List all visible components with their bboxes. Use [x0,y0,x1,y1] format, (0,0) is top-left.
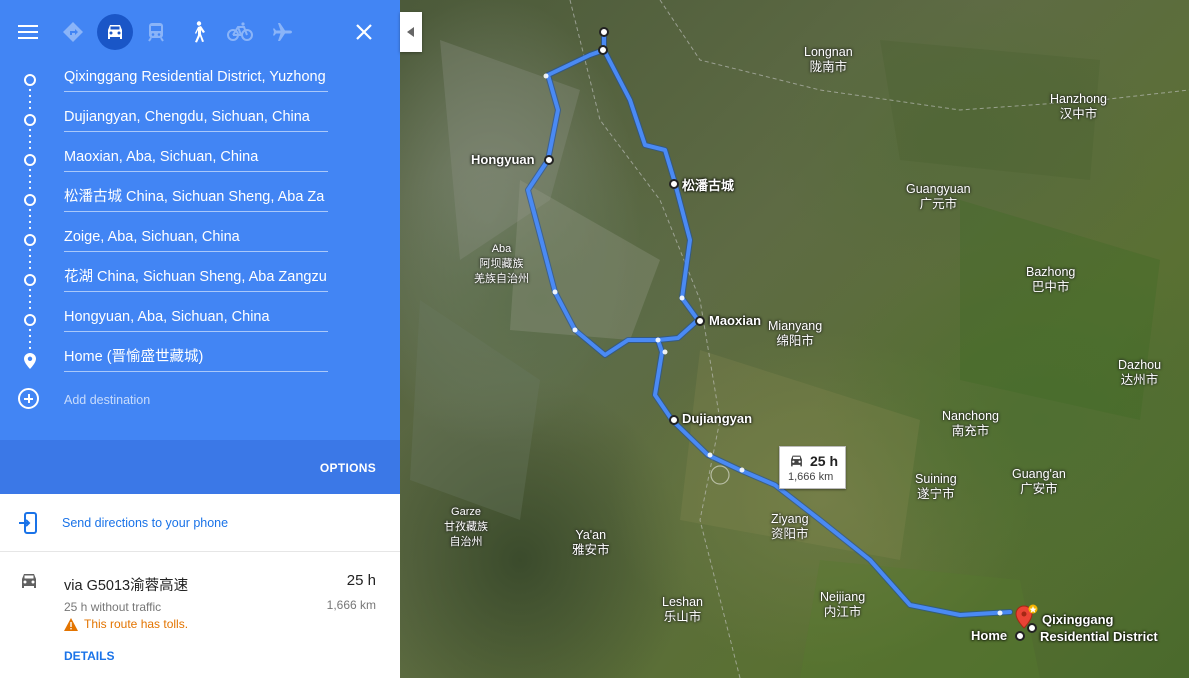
stop-label-hongyuan[interactable]: Hongyuan [471,152,535,167]
bicycle-icon [227,22,253,41]
waypoint-dot-icon [24,114,36,126]
waypoint-marker [598,45,608,55]
city-label-garze: Garze 甘孜藏族 自治州 [444,506,488,548]
waypoint-input[interactable]: Hongyuan, Aba, Sichuan, China [64,304,328,332]
directions-icon [63,22,83,42]
city-label-aba: Aba 阿坝藏族 羌族自治州 [474,243,529,285]
waypoint-dot-icon [24,154,36,166]
collapse-arrow-icon [407,27,414,37]
route-tolls-warning: This route has tolls. [84,617,189,631]
car-icon [108,25,122,39]
waypoint-input[interactable]: Zoige, Aba, Sichuan, China [64,224,328,252]
waypoint-marker [1027,623,1037,633]
warning-icon [64,618,78,631]
waypoint-dot-icon [24,194,36,206]
city-label-ziyang: Ziyang 资阳市 [771,512,809,541]
route-info-box[interactable]: 25 h 1,666 km [779,446,846,489]
destination-input[interactable]: Home (晋愉盛世藏城) [64,344,328,372]
add-circle-icon[interactable] [18,388,39,409]
city-label-suining: Suining 遂宁市 [915,472,957,501]
waypoint-dot-icon [24,274,36,286]
waypoint-dot-icon [24,314,36,326]
car-icon [22,574,36,588]
stop-label-qixinggang[interactable]: Qixinggang Residential District [1040,611,1158,645]
route-distance: 1,666 km [326,598,376,612]
transit-icon [148,23,164,42]
route-box-time: 25 h [810,453,839,469]
waypoint-row: 松潘古城 China, Sichuan Sheng, Aba Za [0,180,400,220]
city-label-guangyuan: Guangyuan 广元市 [906,182,971,211]
waypoint-marker [599,27,609,37]
waypoint-input[interactable]: Maoxian, Aba, Sichuan, China [64,144,328,172]
details-button[interactable]: DETAILS [64,649,114,663]
close-button[interactable] [347,15,381,49]
mode-walking-button[interactable] [181,15,215,49]
city-label-bazhong: Bazhong 巴中市 [1026,265,1076,294]
route-box-distance: 1,666 km [788,471,834,483]
waypoint-marker [695,316,705,326]
city-label-nanchong: Nanchong 南充市 [942,409,999,438]
travel-mode-bar [0,0,400,64]
waypoint-row: Qixinggang Residential District, Yuzhong [0,60,400,100]
mode-transit-button[interactable] [139,15,173,49]
mode-flight-button[interactable] [265,15,299,49]
waypoint-input[interactable]: 松潘古城 China, Sichuan Sheng, Aba Za [64,184,328,212]
waypoint-row: Home (晋愉盛世藏城) [0,340,400,380]
city-label-yaan: Ya'an 雅安市 [572,528,610,557]
stop-label-home[interactable]: Home [971,628,1007,643]
route-via: via G5013渝蓉高速 [64,578,189,594]
city-label-guangan: Guang'an 广安市 [1012,467,1066,496]
menu-button[interactable] [11,15,45,49]
waypoint-input[interactable]: Dujiangyan, Chengdu, Sichuan, China [64,104,328,132]
stop-label-songpan[interactable]: 松潘古城 [682,175,734,194]
add-destination-input[interactable]: Add destination [64,393,150,407]
collapse-panel-button[interactable] [400,12,422,52]
walk-icon [195,21,205,43]
stop-label-maoxian[interactable]: Maoxian [709,313,761,328]
waypoint-row: Dujiangyan, Chengdu, Sichuan, China [0,100,400,140]
route-option[interactable]: via G5013渝蓉高速 25 h 25 h without traffic … [0,552,400,678]
send-to-phone-link[interactable]: Send directions to your phone [62,516,228,530]
map-canvas[interactable]: Longnan 陇南市 Hanzhong 汉中市 Guangyuan 广元市 Aba 阿… [400,0,1189,678]
waypoint-marker [669,179,679,189]
mode-driving-button[interactable] [97,14,133,50]
options-button[interactable]: OPTIONS [320,461,376,475]
route-time: 25 h [346,572,376,589]
send-to-phone-icon [19,512,37,534]
waypoint-row: 花湖 China, Sichuan Sheng, Aba Zangzu [0,260,400,300]
city-label-longnan: Longnan 陇南市 [804,45,853,74]
waypoint-marker [669,415,679,425]
close-icon [356,24,372,40]
flight-icon [273,23,292,41]
place-pin-icon [24,353,36,369]
menu-icon [18,25,38,39]
directions-panel: Qixinggang Residential District, Yuzhong… [0,0,400,678]
route-traffic-note: 25 h without traffic [64,600,162,614]
waypoint-dot-icon [24,234,36,246]
waypoint-dot-icon [24,74,36,86]
city-label-dazhou: Dazhou 达州市 [1118,358,1162,387]
waypoint-row: Hongyuan, Aba, Sichuan, China [0,300,400,340]
city-label-hanzhong: Hanzhong 汉中市 [1050,92,1107,121]
city-label-neijiang: Neijiang 内江市 [820,590,866,619]
waypoint-input[interactable]: 花湖 China, Sichuan Sheng, Aba Zangzu [64,264,328,292]
stop-label-dujiangyan[interactable]: Dujiangyan [682,411,752,426]
waypoint-row: Maoxian, Aba, Sichuan, China [0,140,400,180]
city-label-leshan: Leshan 乐山市 [662,595,704,624]
waypoint-marker [1015,631,1025,641]
options-bar: OPTIONS [0,440,400,494]
waypoint-marker [544,155,554,165]
waypoint-input[interactable]: Qixinggang Residential District, Yuzhong [64,64,328,92]
mode-cycling-button[interactable] [223,15,257,49]
city-label-mianyang: Mianyang 绵阳市 [768,319,823,348]
mode-best-button[interactable] [56,15,90,49]
car-icon [791,455,802,467]
waypoint-row: Zoige, Aba, Sichuan, China [0,220,400,260]
directions-header: Qixinggang Residential District, Yuzhong… [0,0,400,440]
send-to-phone-row[interactable]: Send directions to your phone [0,494,400,552]
